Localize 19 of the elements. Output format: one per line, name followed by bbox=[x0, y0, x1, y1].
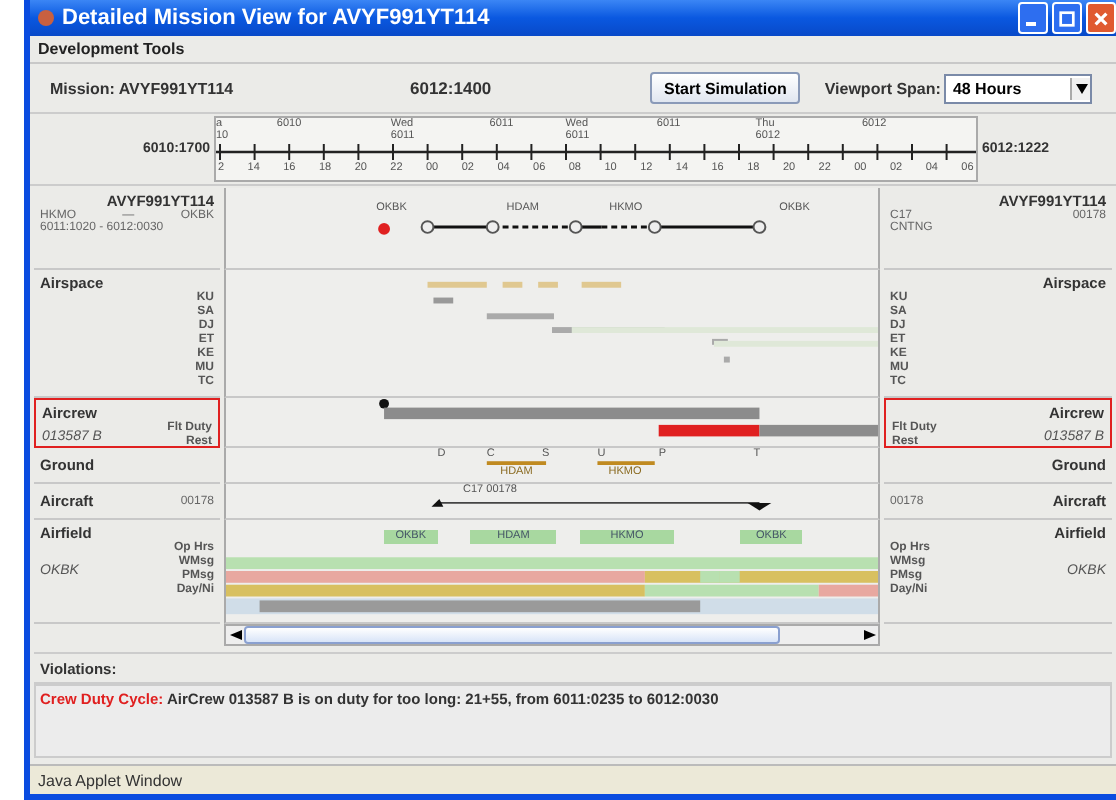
close-button[interactable] bbox=[1086, 2, 1116, 34]
start-simulation-button[interactable]: Start Simulation bbox=[650, 72, 801, 104]
maximize-icon bbox=[1058, 9, 1076, 27]
scroll-thumb[interactable] bbox=[244, 626, 780, 644]
menu-item[interactable]: Development Tools bbox=[38, 40, 185, 58]
horizontal-scrollbar[interactable] bbox=[224, 624, 880, 646]
minimize-button[interactable] bbox=[1018, 2, 1048, 34]
viewport-span-dropdown[interactable]: 48 Hours bbox=[944, 73, 1093, 103]
viewport-span-label: Viewport Span: bbox=[824, 79, 941, 97]
current-time: 6012:1400 bbox=[410, 78, 494, 98]
status-bar: Java Applet Window bbox=[30, 764, 1116, 800]
dropdown-arrow-icon bbox=[1070, 77, 1091, 99]
maximize-button[interactable] bbox=[1052, 2, 1082, 34]
alert-dot-icon bbox=[378, 223, 390, 235]
app-icon bbox=[38, 10, 54, 26]
window-title: Detailed Mission View for AVYF991YT114 bbox=[62, 6, 492, 30]
close-icon bbox=[1092, 9, 1110, 27]
mission-label: Mission: AVYF991YT114 bbox=[50, 79, 236, 97]
minimize-icon bbox=[1026, 22, 1036, 26]
